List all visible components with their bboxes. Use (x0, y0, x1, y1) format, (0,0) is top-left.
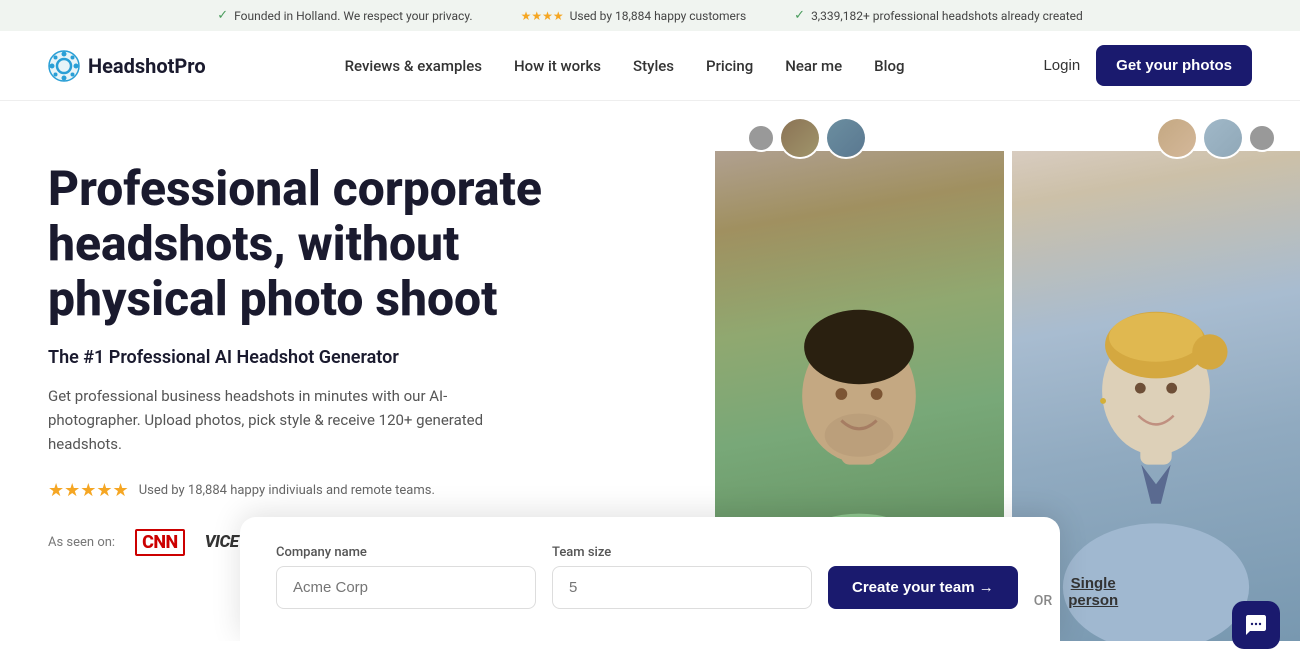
thumb-man2 (825, 117, 867, 159)
logo-text: HeadshotPro (88, 54, 206, 78)
hero-title: Professional corporate headshots, withou… (48, 161, 628, 327)
rating-text: Used by 18,884 happy indiviuals and remo… (139, 483, 435, 498)
form-overlay: Company name Team size Create your team … (240, 517, 1060, 641)
form-row: Company name Team size Create your team … (276, 545, 1024, 609)
thumb-woman1 (1156, 117, 1198, 159)
nav-near-me[interactable]: Near me (785, 57, 842, 75)
company-name-label: Company name (276, 545, 536, 560)
header: HeadshotPro Reviews & examples How it wo… (0, 31, 1300, 101)
thumb-strip-right (1156, 117, 1276, 159)
media-vice: VICE (205, 532, 239, 552)
logo[interactable]: HeadshotPro (48, 50, 206, 82)
media-cnn: CNN (135, 529, 185, 556)
header-actions: Login Get your photos (1043, 45, 1252, 86)
stars-icon-banner: ★★★★ (521, 9, 564, 23)
login-button[interactable]: Login (1043, 57, 1080, 74)
nav-how-it-works[interactable]: How it works (514, 57, 601, 75)
team-size-label: Team size (552, 545, 812, 560)
or-divider: OR (1034, 593, 1052, 609)
rating-stars: ★★★★★ (48, 480, 129, 501)
hero-description: Get professional business headshots in m… (48, 384, 508, 456)
banner-item-2: ★★★★ Used by 18,884 happy customers (521, 9, 747, 23)
team-size-group: Team size (552, 545, 812, 609)
chat-button[interactable] (1232, 601, 1280, 649)
hero-section: Professional corporate headshots, withou… (0, 101, 1300, 641)
arrow-left (747, 124, 775, 152)
banner-item-1: ✓ Founded in Holland. We respect your pr… (217, 8, 472, 23)
team-size-input[interactable] (552, 566, 812, 609)
hero-rating: ★★★★★ Used by 18,884 happy indiviuals an… (48, 480, 667, 501)
nav-pricing[interactable]: Pricing (706, 57, 753, 75)
chat-icon (1244, 613, 1268, 637)
logo-icon (48, 50, 80, 82)
check-icon-1: ✓ (217, 8, 228, 23)
hero-subtitle: The #1 Professional AI Headshot Generato… (48, 347, 667, 368)
get-photos-button[interactable]: Get your photos (1096, 45, 1252, 86)
nav-styles[interactable]: Styles (633, 57, 674, 75)
company-name-group: Company name (276, 545, 536, 609)
thumb-strip-left (747, 117, 867, 159)
top-banner: ✓ Founded in Holland. We respect your pr… (0, 0, 1300, 31)
arrow-right (1248, 124, 1276, 152)
banner-item-3: ✓ 3,339,182+ professional headshots alre… (794, 8, 1083, 23)
thumb-man1 (779, 117, 821, 159)
company-name-input[interactable] (276, 566, 536, 609)
thumb-woman2 (1202, 117, 1244, 159)
nav-blog[interactable]: Blog (874, 57, 904, 75)
nav-reviews[interactable]: Reviews & examples (345, 57, 482, 75)
check-icon-2: ✓ (794, 8, 805, 23)
single-person-button[interactable]: Single person (1068, 575, 1118, 609)
create-team-button[interactable]: Create your team → (828, 566, 1018, 609)
as-seen-label: As seen on: (48, 535, 115, 550)
main-nav: Reviews & examples How it works Styles P… (345, 57, 905, 75)
